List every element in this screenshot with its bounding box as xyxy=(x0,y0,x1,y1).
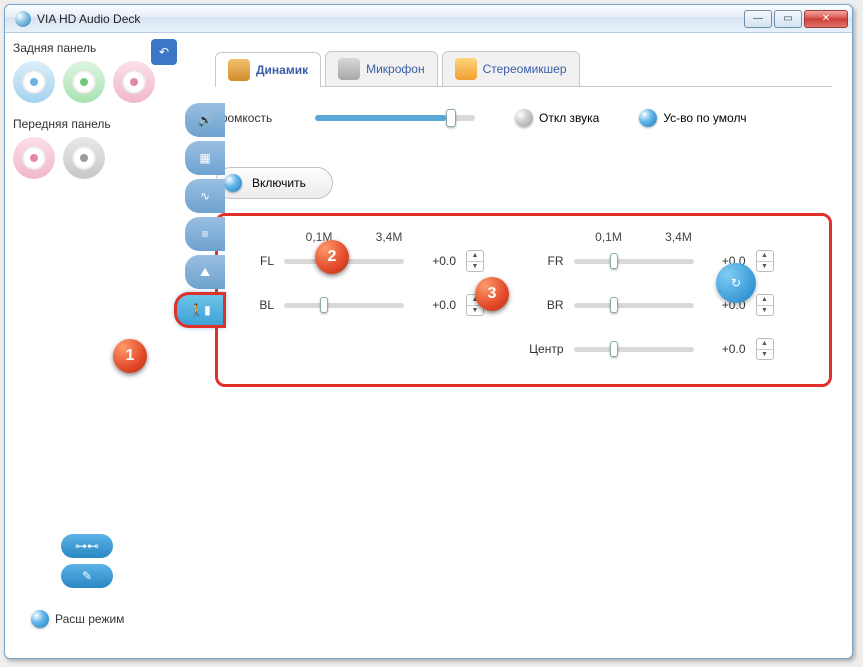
volume-slider[interactable] xyxy=(315,115,475,121)
marker-1: 1 xyxy=(113,339,147,373)
channel-value: +0.0 xyxy=(704,342,746,356)
pill-wave-icon[interactable]: ∿ xyxy=(185,179,225,213)
undo-icon[interactable]: ↶ xyxy=(151,39,177,65)
jack-green[interactable] xyxy=(63,61,105,103)
app-icon xyxy=(15,11,31,27)
tool-button[interactable]: ✎ xyxy=(61,564,113,588)
jack-front-pink[interactable] xyxy=(13,137,55,179)
pill-eq-icon[interactable]: ≡ xyxy=(185,217,225,251)
client-area: ↶ Задняя панель Передняя панель ⊶⊷ ✎ Рас… xyxy=(5,33,852,658)
channel-spinner[interactable]: ▲▼ xyxy=(466,250,484,272)
front-panel-label: Передняя панель xyxy=(13,117,179,131)
scale-max-l: 3,4M xyxy=(354,230,424,244)
channel-slider[interactable] xyxy=(574,259,694,264)
marker-3: 3 xyxy=(475,277,509,311)
left-panel: ↶ Задняя панель Передняя панель ⊶⊷ ✎ Рас… xyxy=(5,33,185,658)
channel-value: +0.0 xyxy=(414,254,456,268)
category-pills: 🔊 ▦ ∿ ≡ ⛰ 🚶▮ xyxy=(185,103,225,327)
tab-mixer[interactable]: Стереомикшер xyxy=(442,51,580,86)
jack-blue[interactable] xyxy=(13,61,55,103)
speaker-icon xyxy=(228,59,250,81)
mute-radio[interactable] xyxy=(515,109,533,127)
channel-name: FR xyxy=(524,254,564,268)
scale-max-r: 3,4M xyxy=(644,230,714,244)
tab-mic-label: Микрофон xyxy=(366,62,424,76)
front-jacks xyxy=(13,137,179,179)
titlebar[interactable]: VIA HD Audio Deck — ▭ ✕ xyxy=(5,5,852,33)
channel-spinner[interactable]: ▲▼ xyxy=(756,294,774,316)
channel-spinner[interactable]: ▲▼ xyxy=(756,250,774,272)
channel-name: Центр xyxy=(524,342,564,356)
scale-min-l: 0,1M xyxy=(284,230,354,244)
tab-mic[interactable]: Микрофон xyxy=(325,51,437,86)
channel-slider[interactable] xyxy=(284,303,404,308)
tab-speaker-label: Динамик xyxy=(256,63,308,77)
channel-spinner[interactable]: ▲▼ xyxy=(756,338,774,360)
tab-speaker[interactable]: Динамик xyxy=(215,52,321,87)
mode-label: Расш режим xyxy=(55,612,124,626)
tabs: Динамик Микрофон Стереомикшер xyxy=(215,51,832,87)
channel-name: FL xyxy=(234,254,274,268)
app-window: VIA HD Audio Deck — ▭ ✕ ↶ Задняя панель … xyxy=(4,4,853,659)
pill-room-icon[interactable]: 🚶▮ xyxy=(175,293,225,327)
channel-row: FR+0.0▲▼ xyxy=(524,250,814,272)
jack-pink[interactable] xyxy=(113,61,155,103)
channel-row: FL +0.0 ▲▼ xyxy=(234,250,524,272)
mic-icon xyxy=(338,58,360,80)
connector-button[interactable]: ⊶⊷ xyxy=(61,534,113,558)
channel-slider[interactable] xyxy=(574,347,694,352)
close-button[interactable]: ✕ xyxy=(804,10,848,28)
main-panel: Динамик Микрофон Стереомикшер Громкость xyxy=(185,33,852,658)
tab-mixer-label: Стереомикшер xyxy=(483,62,567,76)
back-jacks xyxy=(13,61,179,103)
channel-name: BR xyxy=(524,298,564,312)
minimize-button[interactable]: — xyxy=(744,10,772,28)
pill-volume-icon[interactable]: 🔊 xyxy=(185,103,225,137)
mute-label: Откл звука xyxy=(539,111,599,125)
channel-row: BR+0.0▲▼ xyxy=(524,294,814,316)
default-label: Ус-во по умолч xyxy=(663,111,746,125)
mode-radio[interactable] xyxy=(31,610,49,628)
enable-label: Включить xyxy=(252,176,306,190)
maximize-button[interactable]: ▭ xyxy=(774,10,802,28)
enable-radio-icon xyxy=(224,174,242,192)
channel-value: +0.0 xyxy=(414,298,456,312)
reset-button[interactable]: ↻ xyxy=(716,263,756,303)
mixer-icon xyxy=(455,58,477,80)
default-radio[interactable] xyxy=(639,109,657,127)
channel-row: Центр +0.0 ▲▼ xyxy=(524,338,814,360)
volume-label: Громкость xyxy=(215,111,295,125)
pill-scene-icon[interactable]: ⛰ xyxy=(185,255,225,289)
channel-slider[interactable] xyxy=(574,303,694,308)
channel-name: BL xyxy=(234,298,274,312)
enable-toggle[interactable]: Включить xyxy=(215,167,333,199)
window-title: VIA HD Audio Deck xyxy=(37,12,744,26)
jack-front-grey[interactable] xyxy=(63,137,105,179)
pill-speakers-icon[interactable]: ▦ xyxy=(185,141,225,175)
scale-min-r: 0,1M xyxy=(574,230,644,244)
marker-2: 2 xyxy=(315,240,349,274)
